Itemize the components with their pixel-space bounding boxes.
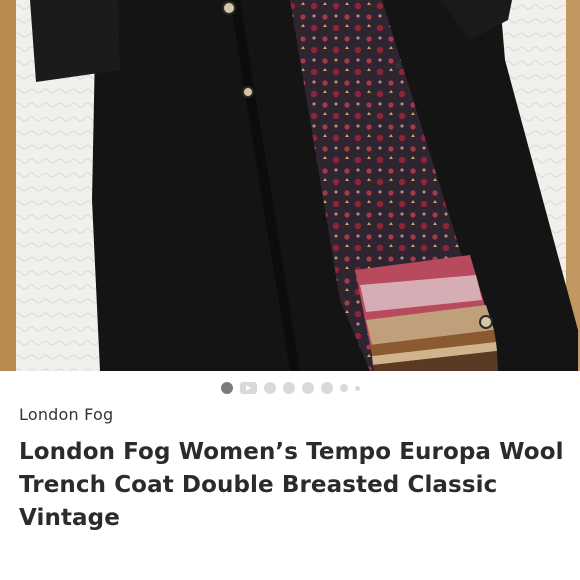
- product-photo[interactable]: [0, 0, 580, 371]
- carousel-dot[interactable]: [301, 382, 314, 394]
- coat-photo-image: [0, 0, 580, 371]
- video-icon[interactable]: [239, 382, 257, 394]
- listing-title: London Fog Women’s Tempo Europa Wool Tre…: [19, 439, 564, 531]
- brand-link[interactable]: London Fog: [19, 405, 113, 424]
- carousel-dot[interactable]: [354, 385, 360, 391]
- carousel-dot[interactable]: [339, 384, 348, 392]
- image-carousel-indicator: [0, 380, 580, 396]
- carousel-dot[interactable]: [282, 382, 295, 394]
- carousel-dot-active[interactable]: [220, 382, 233, 394]
- carousel-dot[interactable]: [263, 382, 276, 394]
- carousel-dot[interactable]: [320, 382, 333, 394]
